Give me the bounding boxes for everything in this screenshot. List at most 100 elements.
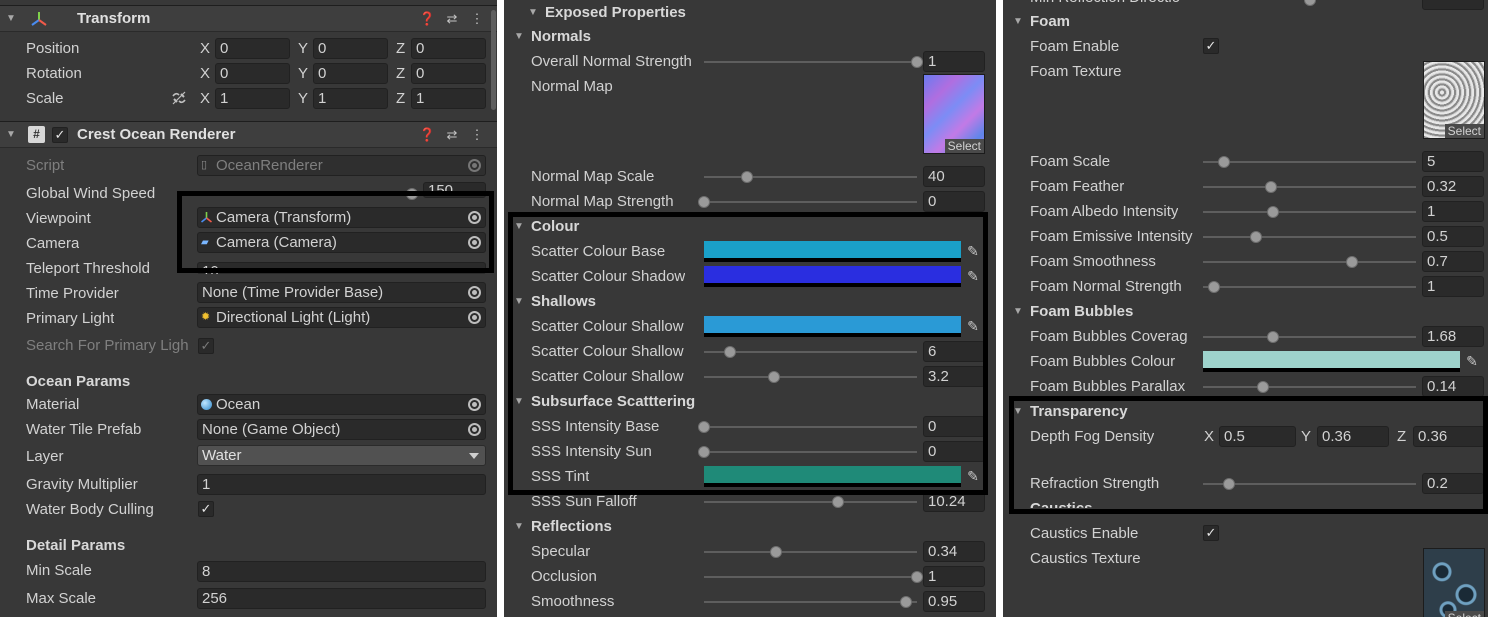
viewpoint-field[interactable]: Camera (Transform)	[197, 207, 486, 228]
caustics-enable-checkbox[interactable]: ✓	[1203, 525, 1219, 541]
foam-emissive-field[interactable]: 0.5	[1422, 226, 1484, 247]
object-picker-icon[interactable]	[468, 286, 481, 299]
overall-normal-strength-field[interactable]: 1	[923, 51, 985, 72]
primary-light-field[interactable]: ✹ Directional Light (Light)	[197, 307, 486, 328]
collapse-arrow-icon[interactable]: ▼	[514, 396, 526, 408]
object-picker-icon[interactable]	[468, 423, 481, 436]
shallow-falloff-field[interactable]: 3.2	[923, 366, 985, 387]
position-z-field[interactable]: 0	[411, 38, 486, 59]
shallow-depth-field[interactable]: 6	[923, 341, 985, 362]
ocean-renderer-header[interactable]: ▼ # ✓ Crest Ocean Renderer ❓ ⇄ ⋮	[0, 121, 497, 148]
gravity-multiplier-field[interactable]: 1	[197, 474, 486, 495]
collapse-arrow-icon[interactable]: ▼	[1013, 406, 1025, 418]
component-enabled-checkbox[interactable]: ✓	[52, 127, 68, 143]
slider-thumb[interactable]	[832, 496, 845, 508]
normal-map-strength-field[interactable]: 0	[923, 191, 985, 212]
min-reflection-field[interactable]	[1422, 0, 1484, 10]
depth-fog-z-field[interactable]: 0.36	[1413, 426, 1485, 447]
min-scale-field[interactable]: 8	[197, 561, 486, 582]
collapse-arrow-icon[interactable]: ▼	[6, 13, 18, 25]
foam-feather-slider-track[interactable]	[1203, 186, 1416, 188]
sss-intensity-sun-field[interactable]: 0	[923, 441, 985, 462]
slider-thumb[interactable]	[911, 571, 923, 583]
foam-texture[interactable]: Select	[1423, 61, 1485, 139]
material-field[interactable]: Ocean	[197, 394, 486, 415]
foam-bubbles-parallax-field[interactable]: 0.14	[1422, 376, 1484, 397]
rotation-z-field[interactable]: 0	[411, 63, 486, 84]
eyedropper-icon[interactable]: ✎	[964, 267, 982, 285]
slider-thumb[interactable]	[900, 596, 913, 608]
water-tile-prefab-field[interactable]: None (Game Object)	[197, 419, 486, 440]
refraction-strength-field[interactable]: 0.2	[1422, 473, 1484, 494]
slider-thumb[interactable]	[1346, 256, 1359, 268]
sss-tint-swatch[interactable]	[704, 466, 961, 487]
eyedropper-icon[interactable]: ✎	[964, 467, 982, 485]
slider-thumb[interactable]	[698, 446, 710, 458]
slider-thumb[interactable]	[770, 546, 783, 558]
slider-thumb[interactable]	[723, 346, 736, 358]
slider-thumb[interactable]	[698, 421, 710, 433]
scale-z-field[interactable]: 1	[411, 88, 486, 109]
position-x-field[interactable]: 0	[215, 38, 290, 59]
more-options-icon[interactable]: ⋮	[470, 128, 484, 142]
foam-scale-slider-track[interactable]	[1203, 161, 1416, 163]
water-body-culling-checkbox[interactable]: ✓	[198, 501, 214, 517]
layer-dropdown[interactable]: Water	[197, 445, 486, 466]
normal-map-scale-field[interactable]: 40	[923, 166, 985, 187]
foam-albedo-field[interactable]: 1	[1422, 201, 1484, 222]
slider-thumb[interactable]	[768, 371, 781, 383]
object-picker-icon[interactable]	[468, 398, 481, 411]
slider-thumb[interactable]	[1222, 478, 1235, 490]
shallow-falloff-slider-track[interactable]	[704, 376, 917, 378]
eyedropper-icon[interactable]: ✎	[964, 317, 982, 335]
scale-y-field[interactable]: 1	[313, 88, 388, 109]
occlusion-field[interactable]: 1	[923, 566, 985, 587]
slider-thumb[interactable]	[1250, 231, 1263, 243]
collapse-arrow-icon[interactable]: ▼	[1013, 306, 1025, 318]
collapse-arrow-icon[interactable]: ▼	[1013, 16, 1025, 28]
specular-slider-track[interactable]	[704, 551, 917, 553]
foam-normal-field[interactable]: 1	[1422, 276, 1484, 297]
foam-smoothness-field[interactable]: 0.7	[1422, 251, 1484, 272]
smoothness-slider-track[interactable]	[704, 601, 917, 603]
slider-thumb[interactable]	[911, 56, 923, 68]
object-picker-icon[interactable]	[468, 236, 481, 249]
slider-thumb[interactable]	[1267, 206, 1280, 218]
depth-fog-y-field[interactable]: 0.36	[1317, 426, 1389, 447]
texture-select-button[interactable]: Select	[1444, 611, 1484, 617]
foam-bubbles-parallax-slider-track[interactable]	[1203, 386, 1416, 388]
rotation-x-field[interactable]: 0	[215, 63, 290, 84]
sss-intensity-sun-slider-track[interactable]	[704, 451, 917, 453]
help-icon[interactable]: ❓	[419, 128, 435, 142]
min-reflection-slider-thumb[interactable]	[1304, 0, 1316, 6]
collapse-arrow-icon[interactable]: ▼	[514, 221, 526, 233]
foam-bubbles-coverage-field[interactable]: 1.68	[1422, 326, 1484, 347]
foam-albedo-slider-track[interactable]	[1203, 211, 1416, 213]
object-picker-icon[interactable]	[468, 211, 481, 224]
sss-sun-falloff-field[interactable]: 10.24	[923, 491, 985, 512]
more-options-icon[interactable]: ⋮	[470, 12, 484, 26]
eyedropper-icon[interactable]: ✎	[964, 242, 982, 260]
foam-normal-slider-track[interactable]	[1203, 286, 1416, 288]
overall-normal-strength-slider-track[interactable]	[704, 61, 917, 63]
depth-fog-x-field[interactable]: 0.5	[1219, 426, 1296, 447]
foam-scale-field[interactable]: 5	[1422, 151, 1484, 172]
teleport-threshold-field[interactable]: 10	[197, 262, 486, 274]
rotation-y-field[interactable]: 0	[313, 63, 388, 84]
time-provider-field[interactable]: None (Time Provider Base)	[197, 282, 486, 303]
collapse-arrow-icon[interactable]: ▼	[514, 31, 526, 43]
normal-map-texture[interactable]: Select	[923, 74, 985, 154]
normal-map-strength-slider-track[interactable]	[704, 201, 917, 203]
foam-bubbles-colour-swatch[interactable]	[1203, 351, 1460, 372]
eyedropper-icon[interactable]: ✎	[1463, 352, 1481, 370]
sss-intensity-base-field[interactable]: 0	[923, 416, 985, 437]
scatter-colour-base-swatch[interactable]	[704, 241, 961, 262]
foam-feather-field[interactable]: 0.32	[1422, 176, 1484, 197]
texture-select-button[interactable]: Select	[1444, 124, 1484, 138]
unlink-scale-icon[interactable]	[171, 90, 187, 106]
collapse-arrow-icon[interactable]: ▼	[6, 129, 18, 141]
occlusion-slider-track[interactable]	[704, 576, 917, 578]
smoothness-field[interactable]: 0.95	[923, 591, 985, 612]
slider-thumb[interactable]	[1207, 281, 1220, 293]
foam-enable-checkbox[interactable]: ✓	[1203, 38, 1219, 54]
